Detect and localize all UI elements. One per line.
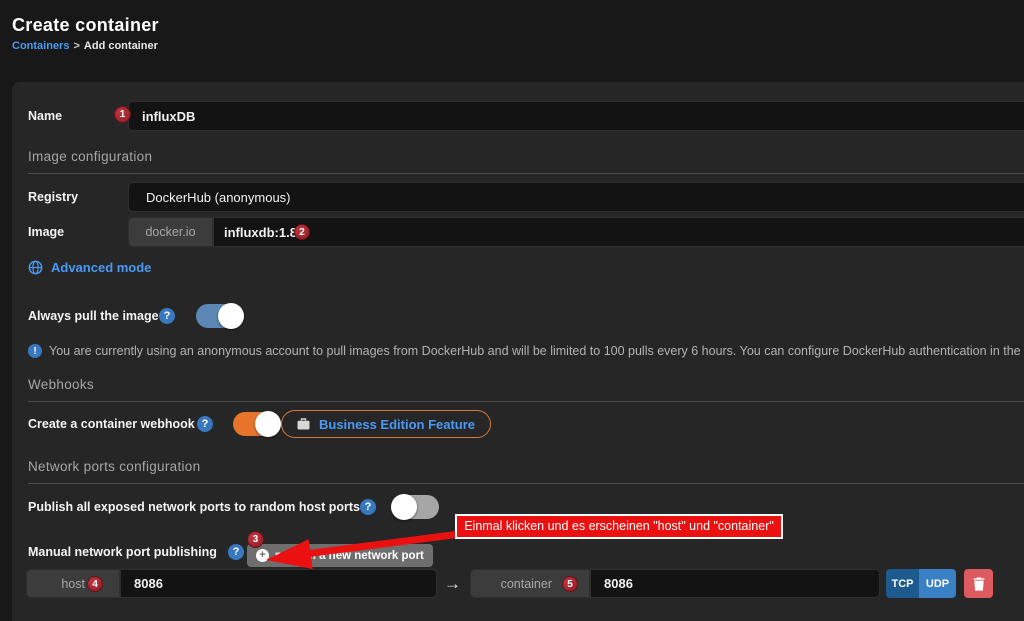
- image-prefix-addon: docker.io: [128, 217, 213, 247]
- publish-all-help-icon[interactable]: ?: [360, 499, 376, 515]
- host-port-input[interactable]: [120, 569, 437, 598]
- page-title: Create container: [12, 15, 159, 36]
- udp-button[interactable]: UDP: [919, 569, 956, 598]
- toggle-knob: [255, 411, 281, 437]
- host-addon: host: [26, 569, 120, 598]
- publish-port-button-label: publish a new network port: [275, 550, 424, 562]
- registry-label: Registry: [28, 190, 78, 204]
- tcp-button[interactable]: TCP: [886, 569, 919, 598]
- annotation-badge-4: 4: [87, 576, 103, 592]
- annotation-badge-2: 2: [294, 224, 310, 240]
- section-header-webhooks: Webhooks: [28, 377, 1024, 402]
- plus-icon: +: [256, 549, 269, 562]
- pull-limit-notice: ! You are currently using an anonymous a…: [28, 344, 1024, 358]
- breadcrumb-current: Add container: [84, 40, 158, 52]
- publish-all-toggle[interactable]: [393, 495, 439, 519]
- advanced-mode-link[interactable]: Advanced mode: [28, 260, 151, 275]
- always-pull-label: Always pull the image: [28, 309, 159, 323]
- create-container-page: Create container Containers > Add containe…: [0, 0, 1024, 621]
- toggle-knob: [391, 494, 417, 520]
- breadcrumb: Containers > Add container: [12, 40, 158, 52]
- publish-port-button[interactable]: + publish a new network port: [247, 544, 433, 567]
- globe-icon: [28, 260, 43, 275]
- annotation-callout: Einmal klicken und es erscheinen "host" …: [455, 514, 783, 539]
- webhook-help-icon[interactable]: ?: [197, 416, 213, 432]
- image-input[interactable]: [213, 217, 1024, 247]
- name-input[interactable]: [128, 101, 1024, 131]
- advanced-mode-label: Advanced mode: [51, 260, 151, 275]
- be-feature-badge: Business Edition Feature: [281, 410, 491, 438]
- always-pull-toggle[interactable]: [196, 304, 242, 328]
- toggle-knob: [218, 303, 244, 329]
- breadcrumb-containers-link[interactable]: Containers: [12, 40, 69, 52]
- image-label: Image: [28, 225, 64, 239]
- breadcrumb-separator: >: [73, 40, 79, 52]
- container-port-input[interactable]: [590, 569, 880, 598]
- annotation-badge-3: 3: [247, 531, 264, 548]
- annotation-badge-1: 1: [114, 106, 131, 123]
- registry-select[interactable]: [128, 182, 1024, 212]
- manual-publishing-help-icon[interactable]: ?: [228, 544, 244, 560]
- section-header-network-ports: Network ports configuration: [28, 459, 1024, 484]
- manual-publishing-label: Manual network port publishing: [28, 545, 217, 559]
- annotation-badge-5: 5: [562, 576, 578, 592]
- name-label: Name: [28, 109, 62, 123]
- trash-icon: [973, 577, 985, 591]
- info-icon: !: [28, 344, 42, 358]
- briefcase-icon: [297, 418, 310, 430]
- delete-port-button[interactable]: [964, 569, 993, 598]
- notice-text: You are currently using an anonymous acc…: [49, 344, 1024, 358]
- section-header-image-configuration: Image configuration: [28, 149, 1024, 174]
- webhook-toggle[interactable]: [233, 412, 279, 436]
- be-feature-label: Business Edition Feature: [319, 417, 475, 432]
- webhook-label: Create a container webhook: [28, 417, 195, 431]
- publish-all-label: Publish all exposed network ports to ran…: [28, 500, 360, 514]
- always-pull-help-icon[interactable]: ?: [159, 308, 175, 324]
- port-mapping-arrow-icon: →: [444, 569, 461, 598]
